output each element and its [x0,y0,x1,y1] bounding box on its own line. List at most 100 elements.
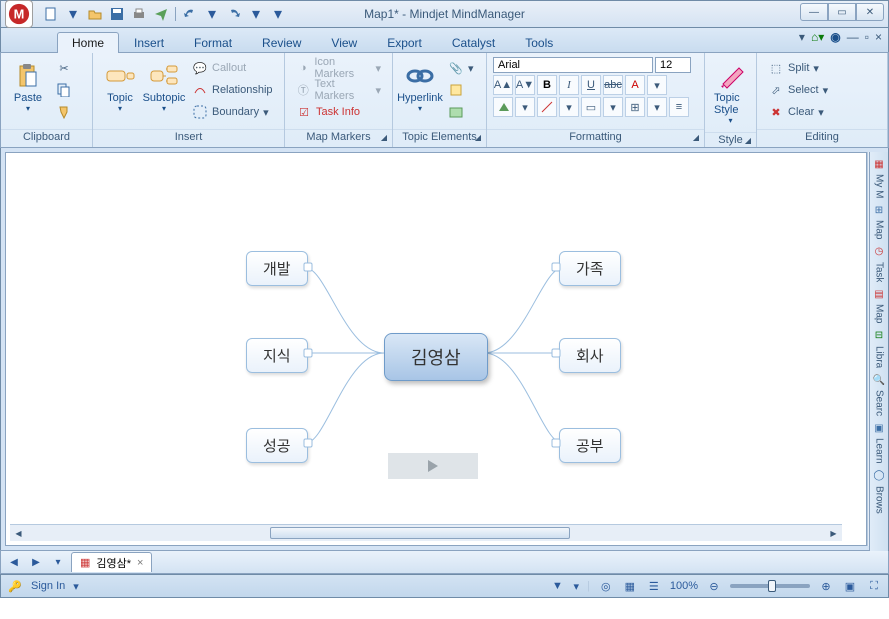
side-mymaps[interactable]: ▦My M [871,156,887,198]
dropdown-icon[interactable]: ▾ [515,97,535,117]
relationship-button[interactable]: Relationship [187,79,278,101]
topic-left-2[interactable]: 성공 [246,428,308,463]
side-mapindex[interactable]: ▤Map [871,286,887,323]
app-menu-button[interactable]: M [5,0,33,28]
side-search[interactable]: 🔍Searc [871,372,887,416]
bold-button[interactable]: B [537,75,557,95]
font-name-select[interactable] [493,57,653,73]
strike-button[interactable]: abc [603,75,623,95]
qat-customize-icon[interactable]: ▾ [270,6,286,22]
dropdown-icon[interactable]: ▾ [65,6,81,22]
line-color-button[interactable] [537,97,557,117]
dialog-launcher-icon[interactable]: ◢ [472,132,484,144]
copy-button[interactable] [51,79,77,101]
shape-button[interactable]: ▭ [581,97,601,117]
select-button[interactable]: ⬀Select ▾ [763,79,833,101]
scroll-right-icon[interactable]: ▶ [825,525,842,541]
signin-label[interactable]: Sign In [31,580,65,592]
scroll-left-icon[interactable]: ◀ [10,525,27,541]
dropdown-icon[interactable]: ▾ [603,97,623,117]
redo-icon[interactable] [226,6,242,22]
clear-button[interactable]: ✖Clear ▾ [763,101,833,123]
view-outline-icon[interactable]: ☰ [646,578,662,594]
central-topic[interactable]: 김영삼 [384,333,488,381]
dropdown-icon[interactable]: ▾ [799,30,805,44]
topic-button[interactable]: Topic▾ [99,57,141,116]
dialog-launcher-icon[interactable]: ◢ [378,132,390,144]
focus-icon[interactable]: ◎ [598,578,614,594]
shrink-font-button[interactable]: A▼ [515,75,535,95]
text-markers-button[interactable]: ⓉText Markers ▾ [291,79,386,101]
fit-map-icon[interactable]: ▣ [842,578,858,594]
task-info-button[interactable]: ☑Task Info [291,101,386,123]
tab-format[interactable]: Format [179,32,247,53]
tab-prev-button[interactable]: ◀ [5,553,23,571]
connector-dot[interactable] [552,349,561,358]
document-tab[interactable]: ▦ 김영삼* × [71,552,152,572]
tab-catalyst[interactable]: Catalyst [437,32,510,53]
send-icon[interactable] [153,6,169,22]
dropdown-icon[interactable]: ▾ [647,97,667,117]
new-icon[interactable] [43,6,59,22]
notes-button[interactable] [443,79,479,101]
dialog-launcher-icon[interactable]: ◢ [690,132,702,144]
close-tab-icon[interactable]: × [137,557,143,569]
topic-left-1[interactable]: 지식 [246,338,308,373]
tab-tools[interactable]: Tools [510,32,568,53]
underline-button[interactable]: U [581,75,601,95]
fullscreen-icon[interactable]: ⛶ [866,578,882,594]
side-mapparts[interactable]: ⊞Map [871,202,887,239]
boundary-button[interactable]: Boundary ▾ [187,101,278,123]
canvas[interactable]: 김영삼 개발 지식 성공 가족 회사 공부 ◀ ▶ [5,152,867,546]
font-size-select[interactable] [655,57,691,73]
topic-style-button[interactable]: Topic Style▾ [711,57,750,128]
undo-icon[interactable] [182,6,198,22]
split-button[interactable]: ⬚Split ▾ [763,57,833,79]
topic-right-0[interactable]: 가족 [559,251,621,286]
close-doc-icon[interactable]: × [875,30,882,44]
maximize-button[interactable]: ▭ [828,3,856,21]
align-button[interactable]: ≡ [669,97,689,117]
open-icon[interactable] [87,6,103,22]
tab-review[interactable]: Review [247,32,316,53]
attachment-button[interactable]: 📎▾ [443,57,479,79]
save-icon[interactable] [109,6,125,22]
dialog-launcher-icon[interactable]: ◢ [742,135,754,147]
dropdown-icon[interactable]: ▾ [204,6,220,22]
zoom-in-button[interactable]: ⊕ [818,578,834,594]
print-icon[interactable] [131,6,147,22]
subtopic-button[interactable]: Subtopic▾ [143,57,185,116]
side-learn[interactable]: ▣Learn [871,420,887,464]
font-color-button[interactable]: A [625,75,645,95]
tab-view[interactable]: View [316,32,372,53]
side-browser[interactable]: ◯Brows [871,468,887,514]
minimize-button[interactable]: — [800,3,828,21]
format-painter-button[interactable] [51,101,77,123]
image-button[interactable] [443,101,479,123]
topic-left-0[interactable]: 개발 [246,251,308,286]
topic-right-1[interactable]: 회사 [559,338,621,373]
tab-export[interactable]: Export [372,32,437,53]
grow-font-button[interactable]: A▲ [493,75,513,95]
side-library[interactable]: ⊟Libra [871,328,887,368]
icon-markers-button[interactable]: ◑Icon Markers ▾ [291,57,386,79]
zoom-slider[interactable] [730,584,810,588]
italic-button[interactable]: I [559,75,579,95]
hyperlink-button[interactable]: Hyperlink▾ [399,57,441,116]
zoom-out-button[interactable]: ⊖ [706,578,722,594]
signin-icon[interactable]: 🔑 [7,578,23,594]
side-task[interactable]: ◷Task [871,244,887,283]
workspace-icon[interactable]: ⌂▾ [811,30,824,44]
growth-button[interactable]: ⊞ [625,97,645,117]
view-map-icon[interactable]: ▦ [622,578,638,594]
connector-dot[interactable] [552,263,561,272]
close-button[interactable]: ✕ [856,3,884,21]
tab-insert[interactable]: Insert [119,32,179,53]
connector-dot[interactable] [304,439,313,448]
tab-home[interactable]: Home [57,32,119,53]
connector-dot[interactable] [552,439,561,448]
tab-next-button[interactable]: ▶ [27,553,45,571]
topic-right-2[interactable]: 공부 [559,428,621,463]
cut-button[interactable]: ✂ [51,57,77,79]
dropdown-icon[interactable]: ▾ [248,6,264,22]
